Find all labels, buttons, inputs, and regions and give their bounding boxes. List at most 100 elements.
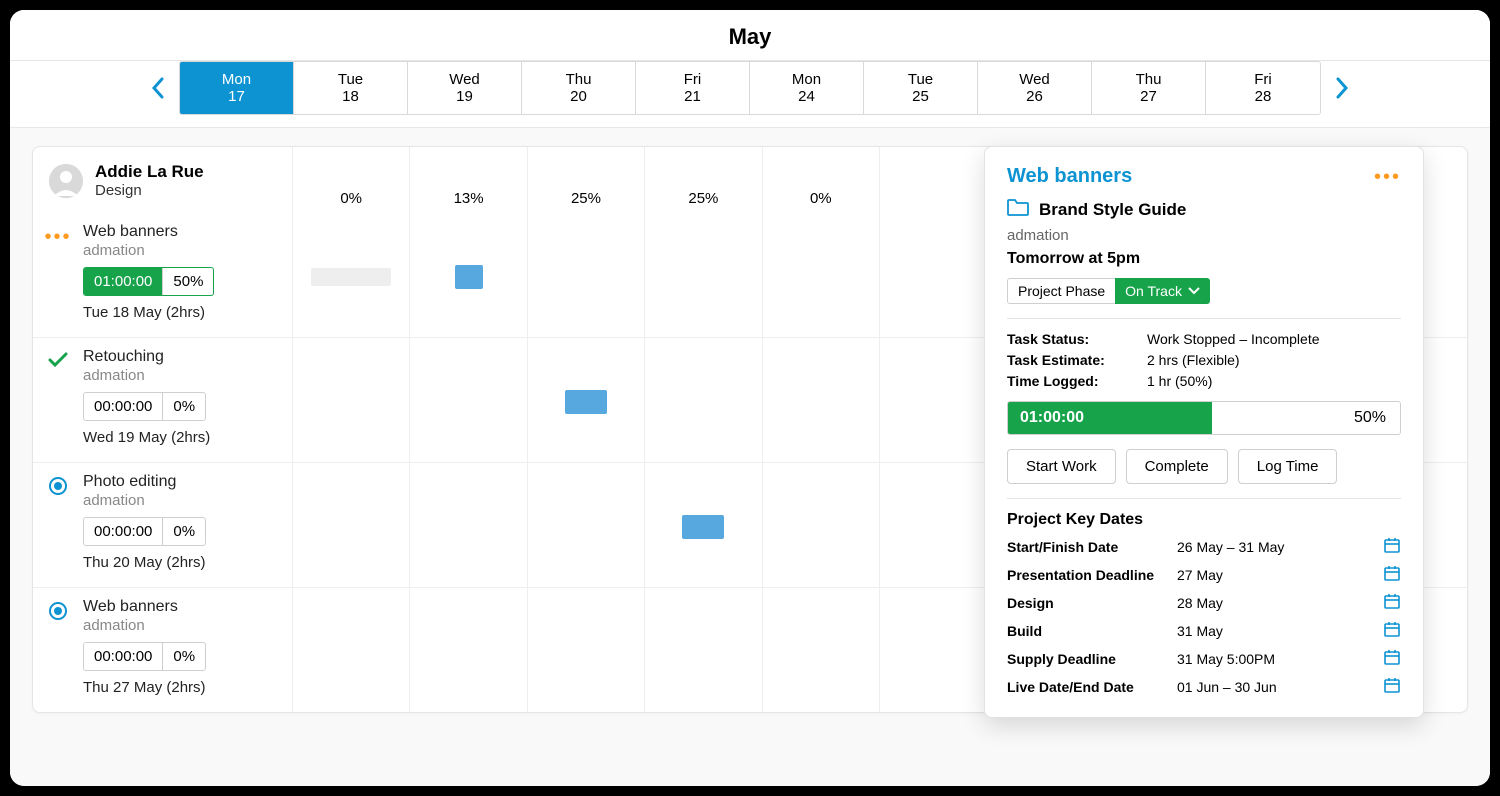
utilization-pct: 25% [645, 147, 762, 213]
day-cell[interactable]: Wed19 [408, 62, 522, 114]
progress-pct: 50% [1340, 409, 1400, 427]
utilization-pct: 25% [528, 147, 645, 213]
user-avatar [49, 164, 83, 198]
task-title[interactable]: Retouching [83, 348, 278, 366]
time-badge[interactable]: 00:00:00 0% [83, 517, 206, 546]
radio-icon[interactable] [49, 477, 67, 495]
time-value: 00:00:00 [84, 393, 162, 420]
keydate-label: Design [1007, 595, 1177, 611]
keydate-row: Supply Deadline 31 May 5:00PM [1007, 648, 1401, 669]
utilization-pct [880, 147, 997, 213]
keydate-row: Design 28 May [1007, 592, 1401, 613]
task-date: Tue 18 May (2hrs) [83, 304, 278, 321]
time-logged-value: 1 hr (50%) [1147, 373, 1401, 389]
day-cell[interactable]: Fri28 [1206, 62, 1320, 114]
task-company: admation [83, 617, 278, 634]
calendar-icon[interactable] [1383, 676, 1401, 697]
keydate-row: Start/Finish Date 26 May – 31 May [1007, 536, 1401, 557]
time-pct: 50% [162, 268, 213, 295]
day-cell[interactable]: Fri21 [636, 62, 750, 114]
day-cell[interactable]: Thu27 [1092, 62, 1206, 114]
keydate-value: 31 May 5:00PM [1177, 651, 1383, 667]
task-title[interactable]: Web banners [83, 223, 278, 241]
task-block[interactable] [682, 515, 724, 539]
keydate-row: Presentation Deadline 27 May [1007, 564, 1401, 585]
keydate-value: 01 Jun – 30 Jun [1177, 679, 1383, 695]
project-name: Brand Style Guide [1039, 200, 1186, 220]
radio-icon[interactable] [49, 602, 67, 620]
keydate-label: Build [1007, 623, 1177, 639]
chevron-down-icon [1188, 287, 1200, 295]
time-badge[interactable]: 00:00:00 0% [83, 642, 206, 671]
task-block[interactable] [565, 390, 607, 414]
popup-company: admation [1007, 227, 1401, 244]
time-value: 00:00:00 [84, 643, 162, 670]
user-role: Design [95, 182, 204, 201]
task-estimate-value: 2 hrs (Flexible) [1147, 352, 1401, 368]
time-pct: 0% [162, 518, 205, 545]
day-cell[interactable]: Mon17 [180, 62, 294, 114]
day-cell[interactable]: Wed26 [978, 62, 1092, 114]
task-title[interactable]: Photo editing [83, 473, 278, 491]
phase-status-dropdown[interactable]: On Track [1115, 278, 1210, 304]
time-pct: 0% [162, 643, 205, 670]
popup-deadline: Tomorrow at 5pm [1007, 250, 1401, 268]
keydate-row: Live Date/End Date 01 Jun – 30 Jun [1007, 676, 1401, 697]
popup-menu-icon[interactable]: ••• [1374, 167, 1401, 187]
complete-button[interactable]: Complete [1126, 449, 1228, 484]
content-area: Addie La Rue Design 0% 13% 25% 25% 0% 8%… [10, 128, 1490, 735]
utilization-pct: 0% [293, 147, 410, 213]
calendar-icon[interactable] [1383, 564, 1401, 585]
day-cell[interactable]: Tue18 [294, 62, 408, 114]
prev-week-button[interactable] [147, 74, 169, 102]
user-name: Addie La Rue [95, 161, 204, 182]
phase-label: Project Phase [1007, 278, 1115, 304]
calendar-icon[interactable] [1383, 620, 1401, 641]
calendar-icon[interactable] [1383, 648, 1401, 669]
popup-title: Web banners [1007, 165, 1132, 188]
utilization-pct: 0% [763, 147, 880, 213]
check-icon [48, 352, 68, 446]
time-value: 00:00:00 [84, 518, 162, 545]
keydate-label: Presentation Deadline [1007, 567, 1177, 583]
day-navigation: Mon17Tue18Wed19Thu20Fri21Mon24Tue25Wed26… [10, 61, 1490, 128]
log-time-button[interactable]: Log Time [1238, 449, 1338, 484]
task-company: admation [83, 242, 278, 259]
keydate-label: Start/Finish Date [1007, 539, 1177, 555]
time-pct: 0% [162, 393, 205, 420]
time-badge[interactable]: 00:00:00 0% [83, 392, 206, 421]
task-date: Thu 20 May (2hrs) [83, 554, 278, 571]
app-window: May Mon17Tue18Wed19Thu20Fri21Mon24Tue25W… [10, 10, 1490, 786]
task-bar[interactable] [311, 268, 391, 286]
next-week-button[interactable] [1331, 74, 1353, 102]
day-cell[interactable]: Thu20 [522, 62, 636, 114]
time-value: 01:00:00 [84, 268, 162, 295]
keydate-row: Build 31 May [1007, 620, 1401, 641]
start-work-button[interactable]: Start Work [1007, 449, 1116, 484]
task-company: admation [83, 367, 278, 384]
calendar-icon[interactable] [1383, 536, 1401, 557]
day-cells: Mon17Tue18Wed19Thu20Fri21Mon24Tue25Wed26… [179, 61, 1321, 115]
task-title[interactable]: Web banners [83, 598, 278, 616]
day-cell[interactable]: Tue25 [864, 62, 978, 114]
utilization-pct: 13% [410, 147, 527, 213]
keydate-label: Supply Deadline [1007, 651, 1177, 667]
time-badge[interactable]: 01:00:00 50% [83, 267, 214, 296]
task-details-popup: Web banners ••• Brand Style Guide admati… [984, 146, 1424, 718]
progress-time: 01:00:00 [1008, 402, 1212, 434]
keydate-value: 26 May – 31 May [1177, 539, 1383, 555]
month-title: May [10, 10, 1490, 61]
calendar-icon[interactable] [1383, 592, 1401, 613]
task-date: Wed 19 May (2hrs) [83, 429, 278, 446]
progress-bar: 01:00:00 50% [1007, 401, 1401, 435]
task-company: admation [83, 492, 278, 509]
task-block[interactable] [455, 265, 483, 289]
keydate-value: 31 May [1177, 623, 1383, 639]
keydate-label: Live Date/End Date [1007, 679, 1177, 695]
task-date: Thu 27 May (2hrs) [83, 679, 278, 696]
keydate-value: 28 May [1177, 595, 1383, 611]
status-dots-icon[interactable]: ••• [45, 227, 72, 321]
task-status-value: Work Stopped – Incomplete [1147, 331, 1401, 347]
day-cell[interactable]: Mon24 [750, 62, 864, 114]
keydates-title: Project Key Dates [1007, 511, 1401, 529]
